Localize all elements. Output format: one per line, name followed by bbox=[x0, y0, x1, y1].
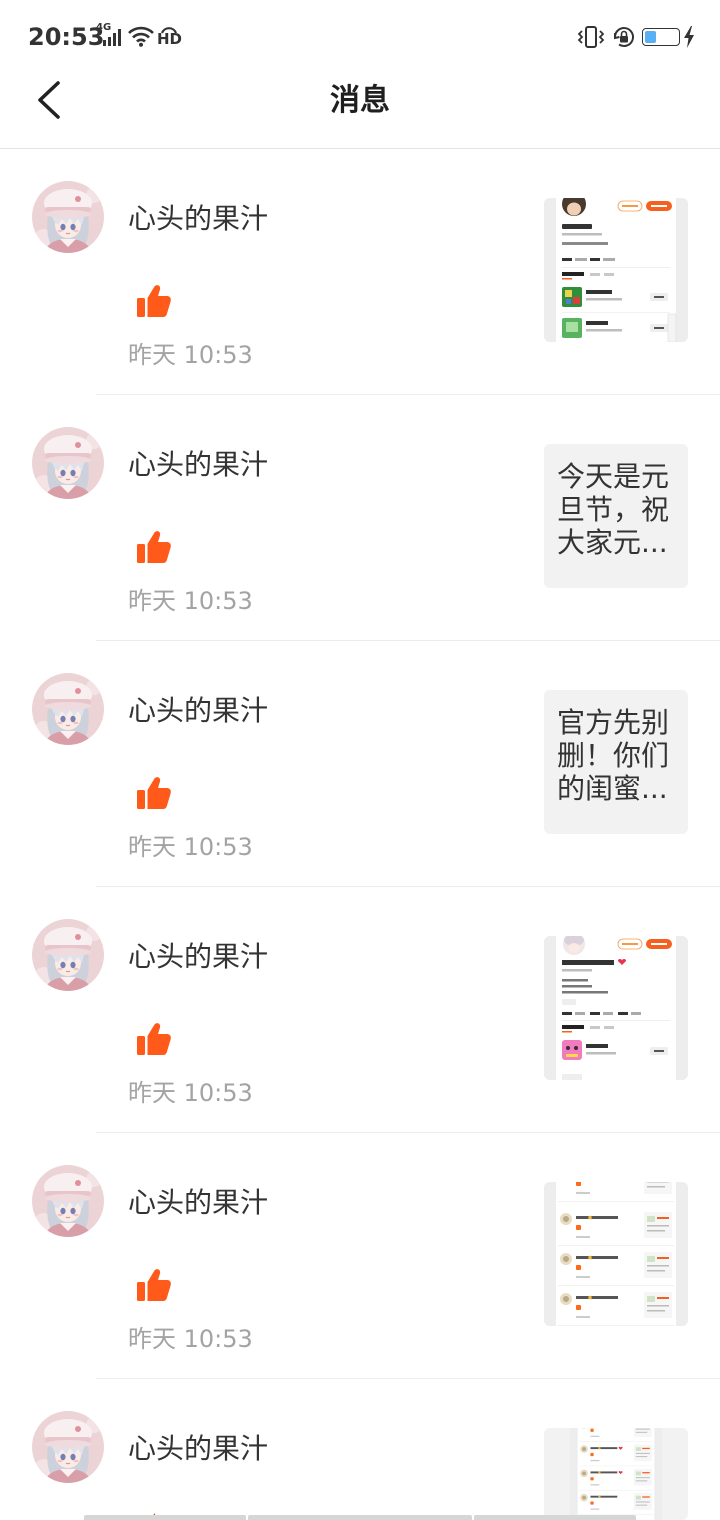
thumbnail-text: 今天是元旦节，祝大家元... bbox=[557, 460, 670, 559]
status-time: 20:53 bbox=[28, 23, 105, 51]
avatar[interactable] bbox=[32, 181, 104, 253]
list-item[interactable]: 心头的果汁 昨天 10:53 bbox=[0, 149, 720, 395]
sender-name[interactable]: 心头的果汁 bbox=[128, 1184, 268, 1222]
thumbnail-image bbox=[544, 1428, 688, 1520]
user-avatar-image bbox=[32, 1165, 104, 1237]
avatar[interactable] bbox=[32, 1165, 104, 1237]
post-thumbnail[interactable] bbox=[544, 1182, 688, 1326]
thumbnail-image bbox=[544, 198, 688, 342]
post-thumbnail[interactable]: 今天是元旦节，祝大家元... bbox=[544, 444, 688, 588]
thumbs-up-icon bbox=[136, 1021, 172, 1057]
rotation-lock-icon bbox=[614, 27, 634, 47]
bottom-bar-segment bbox=[248, 1515, 472, 1520]
user-avatar-image bbox=[32, 919, 104, 991]
user-avatar-image bbox=[32, 1411, 104, 1483]
navigation-bar: 消息 bbox=[0, 74, 720, 148]
battery-fill bbox=[645, 31, 657, 43]
post-thumbnail[interactable] bbox=[544, 1428, 688, 1520]
sender-name[interactable]: 心头的果汁 bbox=[128, 446, 268, 484]
avatar[interactable] bbox=[32, 919, 104, 991]
battery-icon bbox=[642, 28, 680, 46]
signal-icon bbox=[103, 29, 121, 46]
wifi-icon bbox=[128, 26, 154, 47]
sender-name[interactable]: 心头的果汁 bbox=[128, 200, 268, 238]
post-thumbnail[interactable]: 官方先别删！你们的闺蜜... bbox=[544, 690, 688, 834]
thumbs-up-icon bbox=[136, 1267, 172, 1303]
user-avatar-image bbox=[32, 673, 104, 745]
list-item[interactable]: 心头的果汁 昨天 10:53 bbox=[0, 887, 720, 1133]
post-thumbnail[interactable] bbox=[544, 198, 688, 342]
list-item[interactable]: 心头的果汁 bbox=[0, 1379, 720, 1520]
thumbs-up-icon bbox=[136, 283, 172, 319]
message-time: 昨天 10:53 bbox=[128, 341, 253, 369]
page-title: 消息 bbox=[330, 83, 390, 118]
message-time: 昨天 10:53 bbox=[128, 1325, 253, 1353]
message-time: 昨天 10:53 bbox=[128, 587, 253, 615]
avatar[interactable] bbox=[32, 673, 104, 745]
sender-name[interactable]: 心头的果汁 bbox=[128, 1430, 268, 1468]
post-thumbnail[interactable] bbox=[544, 936, 688, 1080]
thumbnail-image bbox=[544, 1182, 688, 1326]
thumbs-up-icon bbox=[136, 529, 172, 565]
avatar[interactable] bbox=[32, 427, 104, 499]
message-list[interactable]: 心头的果汁 昨天 10:53 心头的果汁 昨天 10:53 今天是元旦节，祝大家元… bbox=[0, 149, 720, 1520]
thumbs-up-icon bbox=[136, 775, 172, 811]
thumbnail-text: 官方先别删！你们的闺蜜... bbox=[557, 706, 670, 805]
message-time: 昨天 10:53 bbox=[128, 1079, 253, 1107]
status-bar: 20:53 4G HD bbox=[0, 0, 720, 74]
message-time: 昨天 10:53 bbox=[128, 833, 253, 861]
avatar[interactable] bbox=[32, 1411, 104, 1483]
hd-label: HD bbox=[157, 30, 183, 48]
list-item[interactable]: 心头的果汁 昨天 10:53 官方先别删！你们的闺蜜... bbox=[0, 641, 720, 887]
vibrate-icon bbox=[577, 26, 605, 48]
user-avatar-image bbox=[32, 427, 104, 499]
top-bar: 20:53 4G HD 消息 bbox=[0, 0, 720, 149]
list-item[interactable]: 心头的果汁 昨天 10:53 今天是元旦节，祝大家元... bbox=[0, 395, 720, 641]
charging-icon bbox=[684, 26, 694, 48]
thumbnail-image bbox=[544, 936, 688, 1080]
sender-name[interactable]: 心头的果汁 bbox=[128, 692, 268, 730]
bottom-bar-segment bbox=[474, 1515, 636, 1520]
bottom-bar-segment bbox=[84, 1515, 246, 1520]
sender-name[interactable]: 心头的果汁 bbox=[128, 938, 268, 976]
user-avatar-image bbox=[32, 181, 104, 253]
list-item[interactable]: 心头的果汁 昨天 10:53 bbox=[0, 1133, 720, 1379]
